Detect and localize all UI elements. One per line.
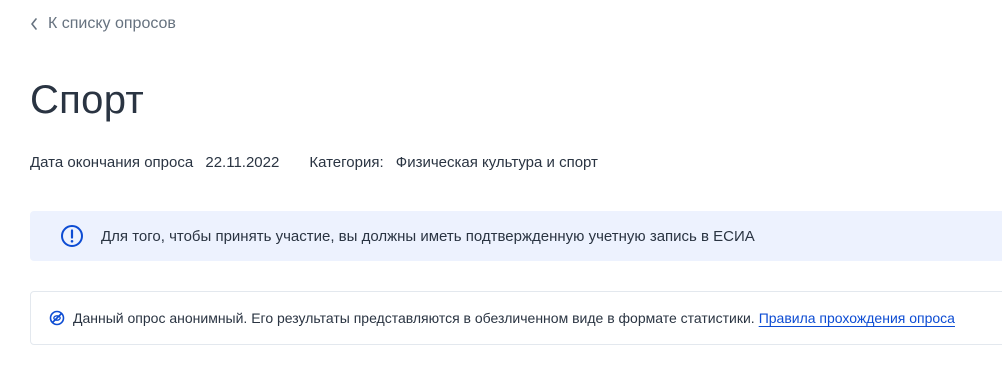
alert-text: Для того, чтобы принять участие, вы долж…	[101, 227, 755, 245]
category: Категория: Физическая культура и спорт	[309, 154, 598, 171]
category-value: Физическая культура и спорт	[395, 154, 598, 171]
anonymity-text: Данный опрос анонимный. Его результаты п…	[73, 310, 955, 326]
category-label: Категория:	[309, 154, 384, 171]
end-date: Дата окончания опроса 22.11.2022	[30, 154, 279, 171]
survey-meta: Дата окончания опроса 22.11.2022 Категор…	[30, 154, 598, 171]
back-to-surveys-link[interactable]: К списку опросов	[30, 15, 176, 33]
back-link-label: К списку опросов	[48, 15, 176, 32]
page-title: Спорт	[30, 78, 144, 122]
survey-page: К списку опросов Спорт Дата окончания оп…	[0, 0, 1002, 368]
chevron-left-icon	[31, 18, 37, 30]
exclamation-circle-icon	[61, 225, 83, 247]
end-date-label: Дата окончания опроса	[30, 154, 194, 171]
end-date-value: 22.11.2022	[205, 154, 280, 171]
anonymity-description: Данный опрос анонимный. Его результаты п…	[73, 310, 755, 326]
esia-requirement-alert: Для того, чтобы принять участие, вы долж…	[30, 211, 1002, 261]
eye-off-icon	[49, 310, 65, 326]
anonymity-notice: Данный опрос анонимный. Его результаты п…	[30, 291, 1002, 345]
survey-rules-link[interactable]: Правила прохождения опроса	[759, 310, 955, 326]
